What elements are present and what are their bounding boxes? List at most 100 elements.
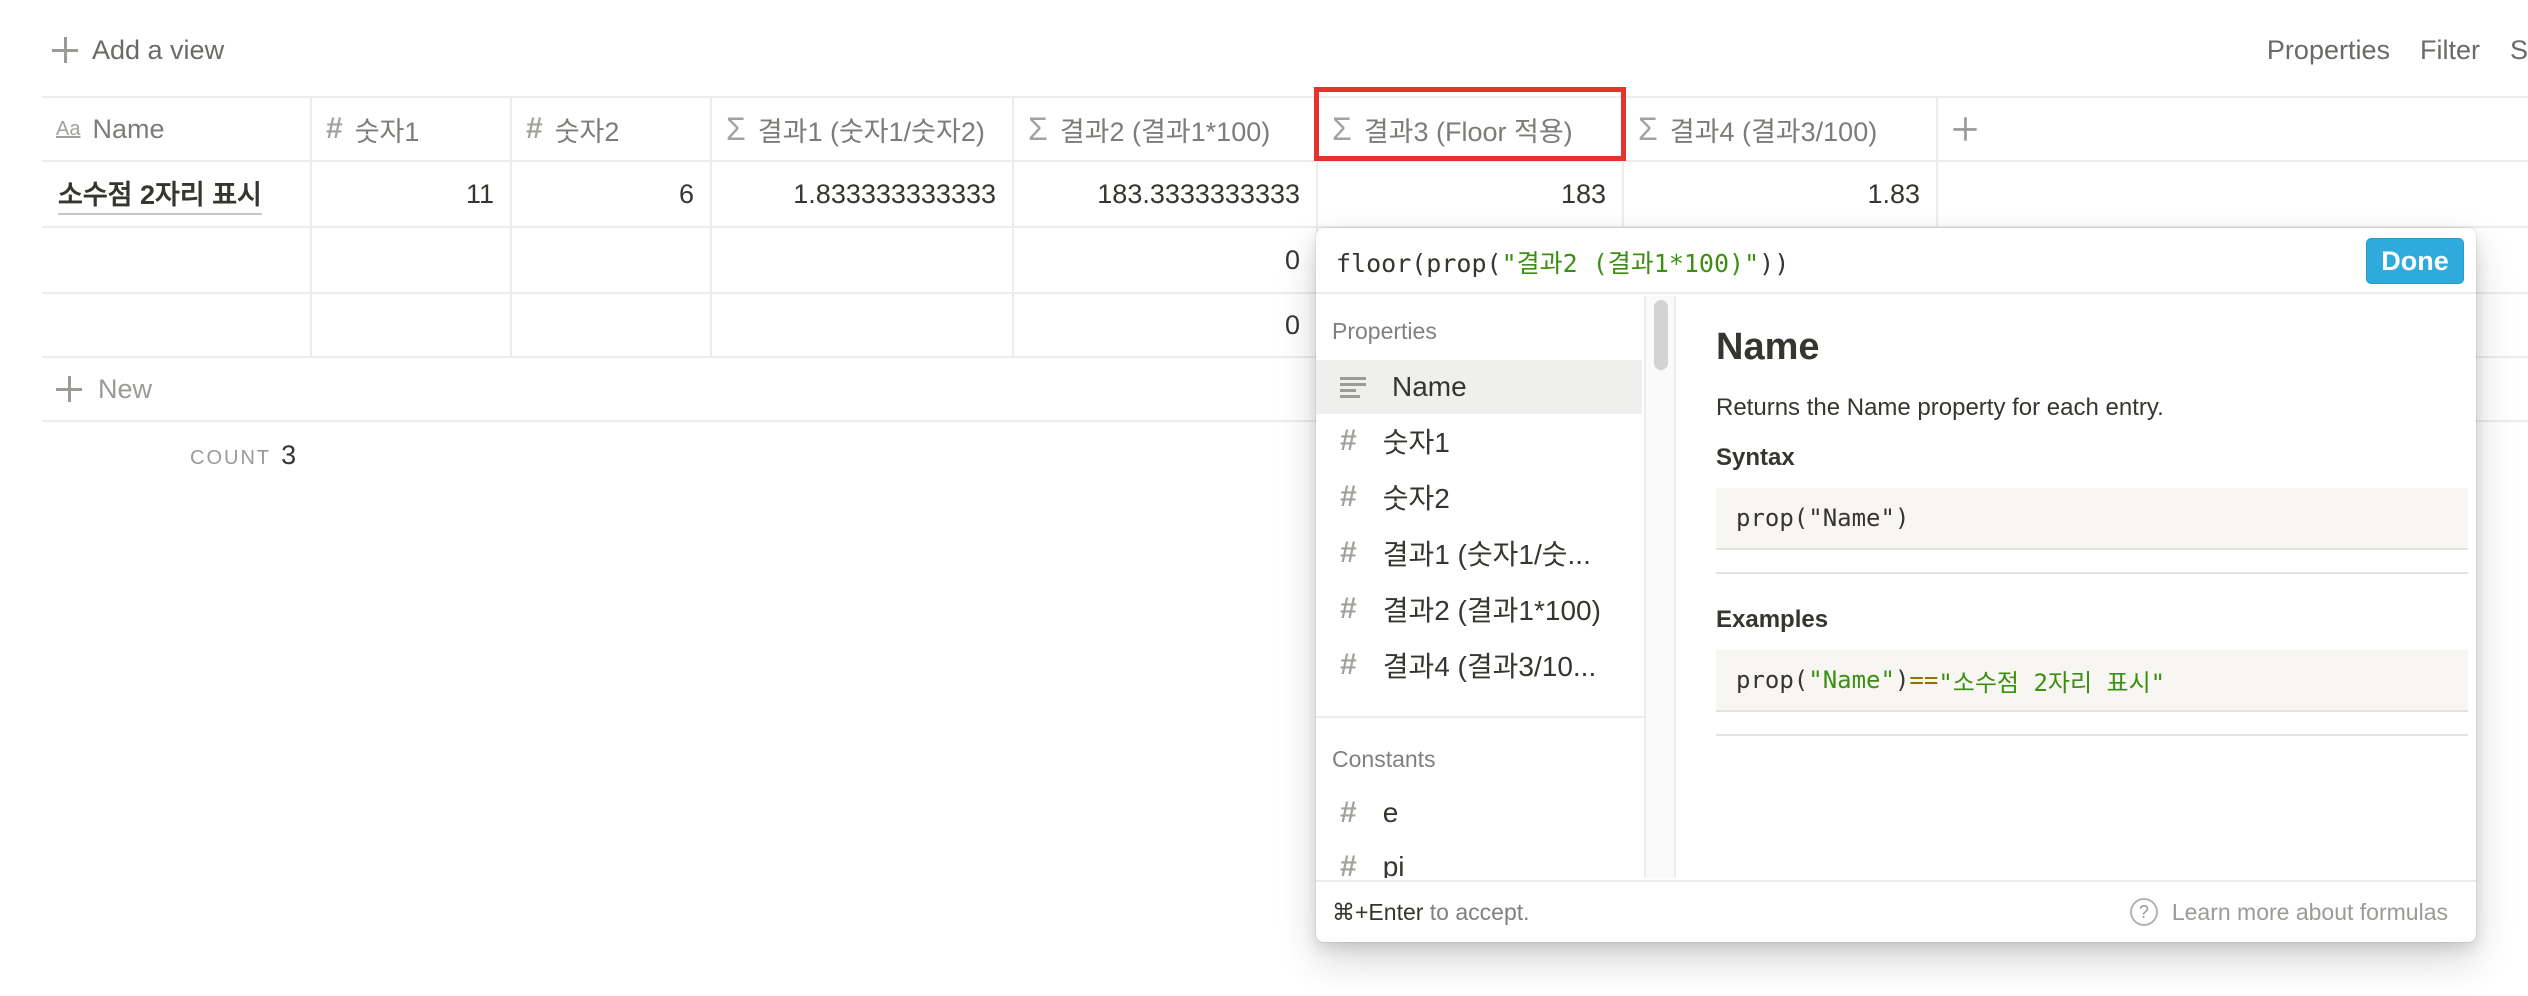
property-item-label: 결과4 (결과3/10... xyxy=(1382,651,1597,682)
code-operator: == xyxy=(1909,666,1939,694)
number-icon: # xyxy=(1340,536,1357,569)
column-header-name[interactable]: Aa Name xyxy=(42,98,312,160)
constant-item-e[interactable]: # e xyxy=(1316,786,1642,840)
cell-number1[interactable] xyxy=(312,228,512,292)
column-header-label: Name xyxy=(92,113,165,144)
property-item-number1[interactable]: # 숫자1 xyxy=(1316,414,1642,468)
property-item-name[interactable]: Name xyxy=(1316,360,1642,414)
constants-section-title: Constants xyxy=(1332,746,1436,772)
count-value: 3 xyxy=(281,440,297,470)
add-column-button[interactable] xyxy=(1938,98,2018,160)
row-title: 소수점 2자리 표시 xyxy=(58,173,262,215)
property-item-label: 숫자2 xyxy=(1382,483,1450,514)
learn-more-link[interactable]: ? Learn more about formulas xyxy=(2129,898,2448,926)
cell-number2[interactable] xyxy=(512,228,712,292)
formula-expression[interactable]: floor(prop("결과2 (결과1*100)")) xyxy=(1336,244,1789,280)
formula-prefix: floor(prop( xyxy=(1336,249,1502,278)
properties-button[interactable]: Properties xyxy=(2267,35,2390,66)
constant-item-label: e xyxy=(1382,797,1399,828)
number-icon: # xyxy=(1340,648,1357,681)
formula-editor-popup: floor(prop("결과2 (결과1*100)")) Done Proper… xyxy=(1316,228,2476,942)
add-view-label: Add a view xyxy=(92,34,225,65)
cell-name[interactable]: 소수점 2자리 표시 xyxy=(42,162,312,226)
add-view-button[interactable]: Add a view xyxy=(52,28,224,72)
cell-result4[interactable]: 1.83 xyxy=(1624,162,1938,226)
cell-result1[interactable]: 1.833333333333 xyxy=(712,162,1014,226)
accept-hint: ⌘+Enter to accept. xyxy=(1332,899,1530,926)
code-end: ) xyxy=(1894,504,1910,532)
column-header-label: 결과1 (숫자1/숫자2) xyxy=(757,116,985,147)
cell-number1[interactable] xyxy=(312,294,512,356)
number-icon: # xyxy=(1340,424,1357,457)
formula-editor-footer: ⌘+Enter to accept. ? Learn more about fo… xyxy=(1316,880,2476,942)
column-header-result2[interactable]: Σ 결과2 (결과1*100) xyxy=(1014,98,1318,160)
filter-button[interactable]: Filter xyxy=(2420,35,2480,66)
column-header-label: 숫자1 xyxy=(354,116,420,147)
count-summary[interactable]: COUNT 3 xyxy=(190,440,296,471)
syntax-code-block: prop("Name") xyxy=(1716,488,2468,550)
toolbar-actions: Properties Filter S xyxy=(2267,28,2528,72)
formula-input[interactable]: floor(prop("결과2 (결과1*100)")) Done xyxy=(1316,228,2476,294)
code-arg: "Name" xyxy=(1808,666,1895,694)
help-icon: ? xyxy=(2129,898,2158,926)
number-icon: # xyxy=(1340,850,1357,879)
shortcut-key: ⌘+Enter xyxy=(1332,898,1424,925)
cell-name[interactable] xyxy=(42,228,312,292)
number-icon: # xyxy=(1340,480,1357,513)
cell-number1[interactable]: 11 xyxy=(312,162,512,226)
learn-more-label: Learn more about formulas xyxy=(2171,898,2448,925)
constant-item-label: pi xyxy=(1382,851,1405,878)
column-header-number2[interactable]: # 숫자2 xyxy=(512,98,712,160)
code-fn: prop( xyxy=(1736,504,1809,532)
cell-result2[interactable]: 183.3333333333 xyxy=(1014,162,1318,226)
view-toolbar: Add a view Properties Filter S xyxy=(0,0,2528,96)
column-header-label: 결과4 (결과3/100) xyxy=(1669,116,1878,147)
formula-icon: Σ xyxy=(1028,111,1048,147)
constant-item-pi[interactable]: # pi xyxy=(1316,840,1642,878)
table-row[interactable]: 소수점 2자리 표시 11 6 1.833333333333 183.33333… xyxy=(42,162,2528,228)
accept-text: to accept. xyxy=(1423,898,1530,925)
cell-result2[interactable]: 0 xyxy=(1014,228,1318,292)
text-icon: Aa xyxy=(56,118,81,140)
plus-icon xyxy=(56,376,82,402)
example-code-block: prop("Name") == "소수점 2자리 표시" xyxy=(1716,650,2468,712)
text-lines-icon xyxy=(1340,377,1366,398)
properties-section-title: Properties xyxy=(1332,318,1437,344)
property-item-result4[interactable]: # 결과4 (결과3/10... xyxy=(1316,638,1642,692)
reference-list-scrollbar[interactable] xyxy=(1646,296,1676,878)
doc-title: Name xyxy=(1716,326,1820,368)
number-icon: # xyxy=(1340,592,1357,625)
column-header-number1[interactable]: # 숫자1 xyxy=(312,98,512,160)
code-value: "소수점 2자리 표시" xyxy=(1938,668,2166,697)
formula-reference-list: Properties Name # 숫자1 # 숫자2 # 결과1 (숫자1/숫… xyxy=(1316,296,1646,878)
new-row-label: New xyxy=(98,373,153,404)
section-divider xyxy=(1316,716,1644,718)
formula-suffix: )) xyxy=(1759,249,1790,278)
cell-result1[interactable] xyxy=(712,294,1014,356)
sort-button[interactable]: S xyxy=(2510,35,2528,66)
cell-name[interactable] xyxy=(42,294,312,356)
property-item-result2[interactable]: # 결과2 (결과1*100) xyxy=(1316,582,1642,636)
cell-result3[interactable]: 183 xyxy=(1318,162,1624,226)
column-header-result1[interactable]: Σ 결과1 (숫자1/숫자2) xyxy=(712,98,1014,160)
plus-icon xyxy=(1953,117,1977,141)
property-item-result1[interactable]: # 결과1 (숫자1/숫... xyxy=(1316,526,1642,580)
doc-description: Returns the Name property for each entry… xyxy=(1716,394,2164,421)
column-header-result4[interactable]: Σ 결과4 (결과3/100) xyxy=(1624,98,1938,160)
cell-result2[interactable]: 0 xyxy=(1014,294,1318,356)
cell-number2[interactable] xyxy=(512,294,712,356)
property-item-label: 결과1 (숫자1/숫... xyxy=(1382,539,1591,570)
table-header-row: Aa Name # 숫자1 # 숫자2 Σ 결과1 (숫자1/숫자2) Σ 결과… xyxy=(42,96,2528,162)
cell-result1[interactable] xyxy=(712,228,1014,292)
examples-heading: Examples xyxy=(1716,606,1829,633)
scrollbar-thumb[interactable] xyxy=(1654,300,1668,370)
cell-number2[interactable]: 6 xyxy=(512,162,712,226)
column-header-label: 결과3 (Floor 적용) xyxy=(1363,116,1573,147)
column-header-result3[interactable]: Σ 결과3 (Floor 적용) xyxy=(1318,98,1624,160)
code-divider xyxy=(1716,572,2468,574)
formula-icon: Σ xyxy=(1332,111,1352,147)
formula-icon: Σ xyxy=(1638,111,1658,147)
property-item-number2[interactable]: # 숫자2 xyxy=(1316,470,1642,524)
done-button[interactable]: Done xyxy=(2366,238,2464,284)
property-item-label: 결과2 (결과1*100) xyxy=(1382,595,1601,626)
